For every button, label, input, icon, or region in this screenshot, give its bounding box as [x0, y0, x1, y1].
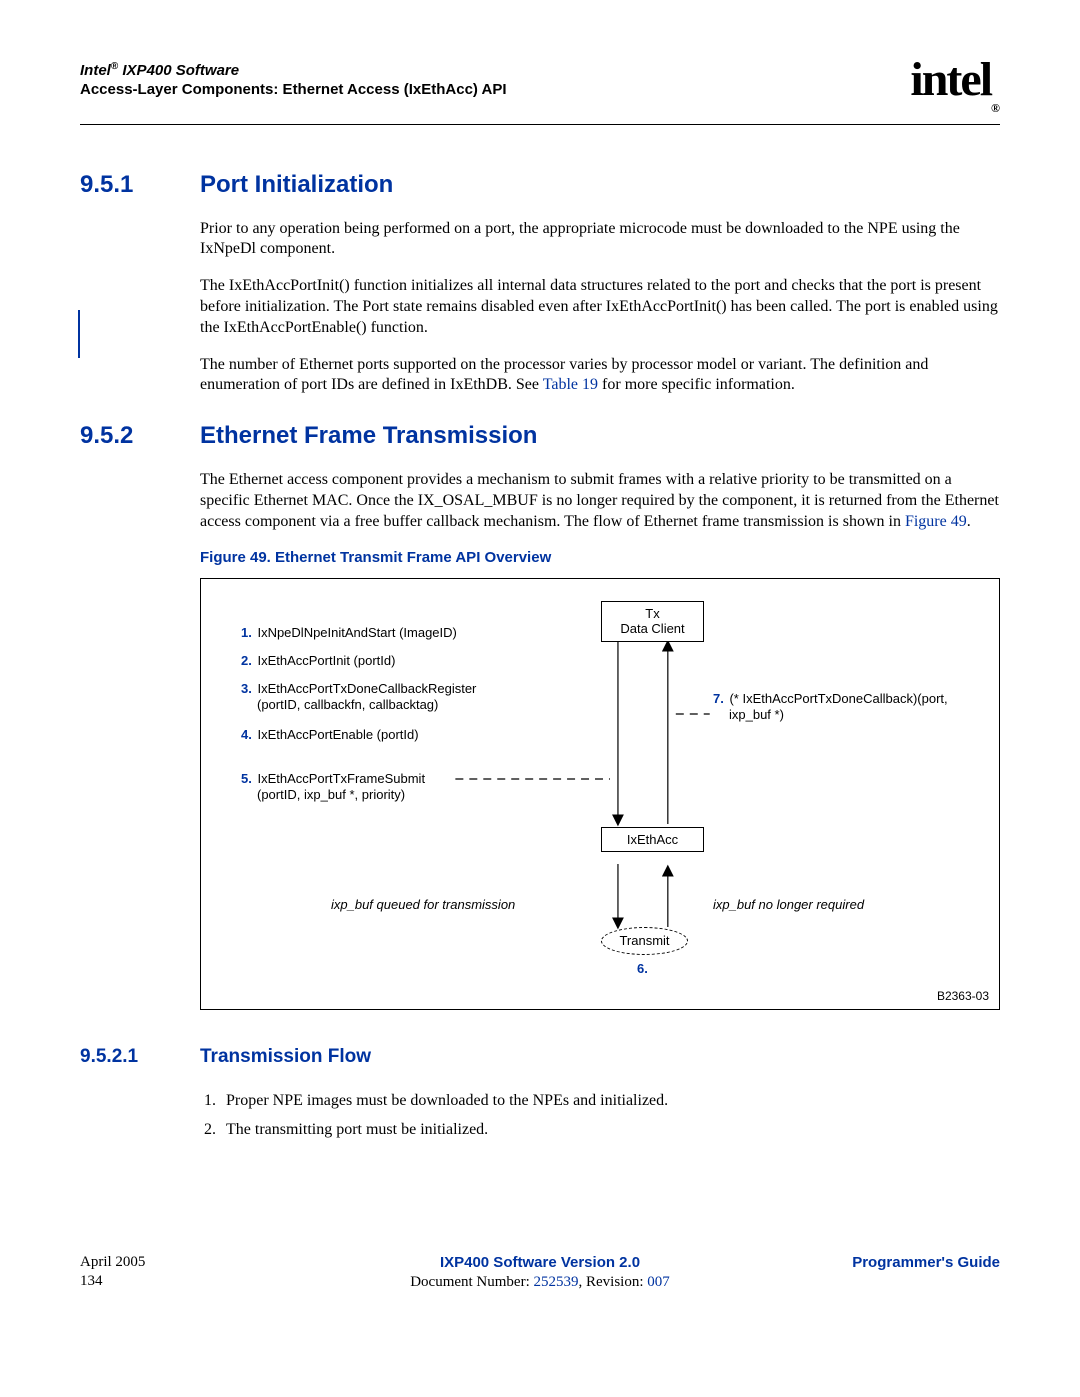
fig-transmit: Transmit: [601, 927, 688, 955]
footer-center: IXP400 Software Version 2.0 Document Num…: [280, 1253, 800, 1293]
para-text: .: [967, 513, 971, 530]
footer-title: IXP400 Software Version 2.0: [440, 1254, 640, 1271]
step-num: 4.: [241, 727, 252, 742]
footer-page: 134: [80, 1273, 103, 1289]
transmission-flow-list: Proper NPE images must be downloaded to …: [200, 1088, 1000, 1143]
fig-step-1: 1. IxNpeDlNpeInitAndStart (ImageID): [241, 625, 457, 640]
step-num: 6.: [637, 961, 648, 976]
para-9-5-1-a: Prior to any operation being performed o…: [200, 219, 1000, 261]
fig-label-nolonger: ixp_buf no longer required: [713, 897, 864, 912]
fig-step-6: 6.: [637, 961, 650, 976]
logo-reg: ®: [991, 101, 1000, 115]
section-title: Ethernet Frame Transmission: [200, 422, 537, 450]
figure-caption: Figure 49. Ethernet Transmit Frame API O…: [200, 549, 1000, 566]
footer-doc-num: 252539: [534, 1274, 579, 1290]
section-number: 9.5.2.1: [80, 1046, 200, 1068]
fig-ixethacc: IxEthAcc: [601, 827, 704, 852]
section-title: Transmission Flow: [200, 1046, 371, 1068]
logo-text: intel: [910, 53, 991, 106]
step-text: (* IxEthAccPortTxDoneCallback)(port,: [726, 691, 948, 706]
section-number: 9.5.1: [80, 171, 200, 199]
footer-right: Programmer's Guide: [800, 1253, 1000, 1293]
step-text: (portID, ixp_buf *, priority): [257, 787, 405, 802]
step-num: 1.: [241, 625, 252, 640]
header-subtitle: Access-Layer Components: Ethernet Access…: [80, 81, 507, 98]
change-bar: [78, 310, 80, 358]
section-title: Port Initialization: [200, 171, 393, 199]
fig-step-3: 3. IxEthAccPortTxDoneCallbackRegister(po…: [241, 681, 476, 715]
section-9-5-2-1-heading: 9.5.2.1 Transmission Flow: [80, 1046, 1000, 1068]
step-text: IxNpeDlNpeInitAndStart (ImageID): [254, 625, 457, 640]
header-product: Intel® IXP400 Software: [80, 60, 507, 81]
header-product-name: IXP400 Software: [118, 62, 239, 79]
step-num: 7.: [713, 691, 724, 706]
header-rule: [80, 124, 1000, 125]
para-text: for more specific information.: [598, 376, 795, 393]
fig-step-2: 2. IxEthAccPortInit (portId): [241, 653, 395, 668]
figure-49: Tx Data Client IxEthAcc Transmit 1. IxNp…: [200, 578, 1000, 1010]
para-9-5-1-c: The number of Ethernet ports supported o…: [200, 355, 1000, 397]
step-text: IxEthAccPortTxFrameSubmit: [254, 771, 425, 786]
fig-step-4: 4. IxEthAccPortEnable (portId): [241, 727, 419, 742]
section-9-5-2-heading: 9.5.2 Ethernet Frame Transmission: [80, 422, 1000, 450]
step-text: IxEthAccPortEnable (portId): [254, 727, 419, 742]
step-num: 3.: [241, 681, 252, 696]
fig-step-7: 7. (* IxEthAccPortTxDoneCallback)(port,i…: [713, 691, 948, 725]
step-text: (portID, callbackfn, callbacktag): [257, 697, 438, 712]
footer-doc-label: Document Number:: [410, 1274, 533, 1290]
section-9-5-1-heading: 9.5.1 Port Initialization: [80, 171, 1000, 199]
list-item: Proper NPE images must be downloaded to …: [220, 1088, 1000, 1114]
para-9-5-1-b: The IxEthAccPortInit() function initiali…: [200, 276, 1000, 338]
intel-logo: intel®: [910, 52, 1000, 110]
footer-rev-label: , Revision:: [579, 1274, 648, 1290]
footer-left: April 2005 134: [80, 1253, 280, 1293]
step-num: 2.: [241, 653, 252, 668]
step-text: ixp_buf *): [729, 707, 784, 722]
step-text: IxEthAccPortInit (portId): [254, 653, 396, 668]
step-text: IxEthAccPortTxDoneCallbackRegister: [254, 681, 477, 696]
footer-rev-num: 007: [647, 1274, 670, 1290]
figure-id: B2363-03: [937, 989, 989, 1003]
fig-tx-client: Tx Data Client: [601, 601, 704, 642]
para-text: The Ethernet access component provides a…: [200, 471, 999, 530]
step-num: 5.: [241, 771, 252, 786]
page-header: Intel® IXP400 Software Access-Layer Comp…: [80, 60, 1000, 118]
header-intel: Intel: [80, 62, 111, 79]
section-number: 9.5.2: [80, 422, 200, 450]
xref-figure-49[interactable]: Figure 49: [905, 513, 967, 530]
fig-label-queued: ixp_buf queued for transmission: [331, 897, 515, 912]
fig-step-5: 5. IxEthAccPortTxFrameSubmit(portID, ixp…: [241, 771, 425, 805]
para-9-5-2-a: The Ethernet access component provides a…: [200, 470, 1000, 532]
list-item: The transmitting port must be initialize…: [220, 1117, 1000, 1143]
footer-date: April 2005: [80, 1254, 145, 1270]
xref-table-19[interactable]: Table 19: [543, 376, 598, 393]
page-footer: April 2005 134 IXP400 Software Version 2…: [80, 1253, 1000, 1293]
